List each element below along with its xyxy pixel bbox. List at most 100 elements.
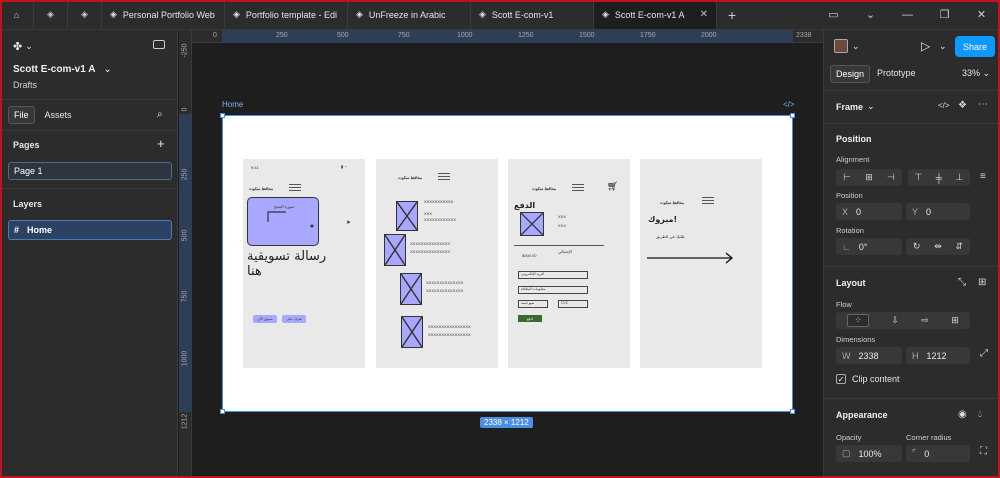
more-icon[interactable]: ⋯ bbox=[978, 99, 988, 110]
restore-button[interactable]: ❐ bbox=[926, 0, 963, 30]
zoom-level[interactable]: 33% ⌄ bbox=[962, 68, 990, 79]
book-icon[interactable]: ▭ bbox=[815, 0, 852, 30]
rotation-field[interactable]: ∟ 0° bbox=[836, 238, 902, 255]
align-left-icon[interactable]: ⊢ bbox=[843, 172, 851, 183]
checkbox-icon[interactable]: ✓ bbox=[836, 374, 846, 384]
code-icon[interactable]: </> bbox=[783, 100, 795, 109]
opacity-field[interactable]: ▢ 100% bbox=[836, 445, 902, 462]
y-field[interactable]: Y0 bbox=[906, 203, 970, 220]
close-icon[interactable]: ✕ bbox=[700, 9, 708, 20]
vertical-flow-icon[interactable]: ⇩ bbox=[891, 315, 899, 326]
frame-dropdown[interactable]: Frame ⌄ bbox=[836, 101, 875, 112]
eye-icon[interactable]: ◉ bbox=[958, 409, 967, 420]
product-image bbox=[401, 316, 423, 348]
rotate-icon[interactable]: ↻ bbox=[913, 241, 921, 252]
grid-flow-icon[interactable]: ⊞ bbox=[951, 315, 959, 326]
frame-name-label[interactable]: Home bbox=[222, 100, 243, 109]
drop-icon[interactable]: 💧︎ bbox=[978, 409, 982, 420]
tab-file[interactable]: File bbox=[8, 106, 35, 124]
resize-handle[interactable] bbox=[790, 409, 795, 414]
toggle-sidebar-icon[interactable] bbox=[153, 40, 165, 49]
page-item-page-1[interactable]: Page 1 bbox=[8, 162, 172, 180]
ruler-left: -250 0 250 500 750 1000 1212 bbox=[179, 30, 192, 478]
tab-scott-ecom-v1[interactable]: ◈ Scott E-com-v1 bbox=[471, 0, 594, 29]
minimize-button[interactable]: — bbox=[889, 0, 926, 30]
tab-prototype[interactable]: Prototype bbox=[877, 68, 916, 78]
search-icon[interactable]: ⌕ bbox=[157, 109, 163, 120]
product-name: XXXXXXXXXXXXXX bbox=[426, 280, 464, 285]
total-value: $000.00 bbox=[522, 253, 537, 258]
screen-success[interactable]: محافظ سكوت مبروك! طلبك في الطريق bbox=[640, 159, 762, 368]
width-field[interactable]: W 2338 bbox=[836, 347, 902, 364]
tab-unfreeze-arabic[interactable]: ◈ UnFreeze in Arabic bbox=[348, 0, 471, 29]
cart-icon[interactable]: 🛒︎ bbox=[607, 181, 618, 192]
flip-horizontal-icon[interactable]: ⇹ bbox=[934, 241, 942, 252]
main-menu-button[interactable]: ✤ ⌄ bbox=[13, 40, 33, 53]
resize-handle[interactable] bbox=[220, 409, 225, 414]
file-icon: ◈ bbox=[233, 9, 240, 19]
horizontal-flow-icon[interactable]: ⇨ bbox=[921, 315, 929, 326]
brand-name: محافظ سكوت bbox=[660, 200, 685, 205]
shop-now-button[interactable]: تسوق الآن bbox=[253, 315, 277, 323]
auto-layout-icon[interactable]: ⤡ bbox=[958, 277, 966, 288]
play-icon[interactable]: ▷ bbox=[921, 39, 930, 53]
resize-to-fit-icon[interactable]: ⤢ bbox=[980, 348, 988, 359]
freeform-icon[interactable]: ⁘ bbox=[847, 314, 869, 327]
grid-layout-icon[interactable]: ⊞ bbox=[978, 277, 986, 288]
align-bottom-icon[interactable]: ⊥ bbox=[955, 172, 963, 183]
file-assets-tabs: File Assets bbox=[8, 106, 72, 124]
screen-products[interactable]: محافظ سكوت XXXXXXXXXXX XXX XXXXXXXXXXXX … bbox=[376, 159, 498, 368]
file-name[interactable]: Scott E-com-v1 A ⌄ bbox=[13, 64, 112, 75]
height-field[interactable]: H 1212 bbox=[906, 347, 970, 364]
corner-radius-field[interactable]: ⌜ 0 bbox=[906, 445, 970, 462]
align-right-icon[interactable]: ⊣ bbox=[887, 172, 895, 183]
canvas[interactable]: 0 250 500 750 1000 1250 1500 1750 2000 2… bbox=[179, 30, 823, 478]
resize-handle[interactable] bbox=[220, 113, 225, 118]
vertical-align-group: ⊤ ╪ ⊥ bbox=[908, 169, 970, 186]
tab-assets[interactable]: Assets bbox=[45, 110, 72, 120]
pages-title: Pages bbox=[13, 140, 40, 150]
share-button[interactable]: Share bbox=[955, 36, 995, 57]
email-field[interactable]: البريد الإلكتروني bbox=[518, 271, 588, 279]
resize-handle[interactable] bbox=[790, 113, 795, 118]
learn-more-button[interactable]: تعرف على bbox=[282, 315, 306, 323]
home-frame[interactable]: 9:41 ▮ ◔ محافظ سكوت صورة المنتج ➤ رسالة … bbox=[220, 113, 795, 414]
tab-scott-ecom-v1-a[interactable]: ◈ Scott E-com-v1 A ✕ bbox=[594, 0, 717, 29]
chevron-down-icon[interactable]: ⌄ bbox=[852, 41, 860, 52]
tab-portfolio-template[interactable]: ◈ Portfolio template - Edi bbox=[225, 0, 348, 29]
chevron-down-icon[interactable]: ⌄ bbox=[939, 41, 947, 52]
x-field[interactable]: X0 bbox=[836, 203, 902, 220]
appearance-title: Appearance bbox=[836, 410, 888, 420]
avatar[interactable] bbox=[834, 39, 848, 53]
total-label: الإجمالي bbox=[558, 249, 572, 254]
ruler-tick: 250 bbox=[276, 32, 288, 39]
chevron-down-icon[interactable]: ⌄ bbox=[852, 0, 889, 30]
flip-vertical-icon[interactable]: ⇵ bbox=[956, 241, 964, 252]
screen-home[interactable]: 9:41 ▮ ◔ محافظ سكوت صورة المنتج ➤ رسالة … bbox=[243, 159, 365, 368]
product-text: XXXXXXXXXXXXXXXX bbox=[428, 332, 471, 337]
align-top-icon[interactable]: ⊤ bbox=[915, 172, 923, 183]
code-icon[interactable]: </> bbox=[938, 101, 950, 110]
draft-icon[interactable]: ◈ bbox=[34, 0, 68, 29]
draft-icon-2[interactable]: ◈ bbox=[68, 0, 102, 29]
ruler-tick: 250 bbox=[181, 168, 189, 181]
divider bbox=[514, 245, 604, 246]
add-page-button[interactable]: + bbox=[157, 136, 165, 151]
close-window-button[interactable]: ✕ bbox=[963, 0, 1000, 30]
pay-button[interactable]: ادفع bbox=[518, 315, 542, 322]
distribute-icon[interactable]: ≡ bbox=[980, 171, 986, 182]
layer-item-home[interactable]: # Home bbox=[8, 220, 172, 240]
screen-checkout[interactable]: محافظ سكوت 🛒︎ الدفع XXX XXX الإجمالي $00… bbox=[508, 159, 630, 368]
home-icon[interactable]: ⌂ bbox=[0, 0, 34, 29]
cvc-field[interactable]: CVC bbox=[558, 300, 588, 308]
clip-content-toggle[interactable]: ✓ Clip content bbox=[836, 374, 900, 384]
align-center-v-icon[interactable]: ╪ bbox=[936, 173, 942, 183]
expiry-field[interactable]: شهر/سنة bbox=[518, 300, 548, 308]
component-icon[interactable]: ❖ bbox=[958, 100, 967, 111]
tab-personal-portfolio[interactable]: ◈ Personal Portfolio Web bbox=[102, 0, 225, 29]
new-tab-button[interactable]: + bbox=[717, 0, 747, 29]
independent-corners-icon[interactable]: ⛶ bbox=[980, 446, 987, 457]
tab-design[interactable]: Design bbox=[830, 65, 871, 83]
card-field[interactable]: معلومات البطاقة bbox=[518, 286, 588, 294]
align-center-h-icon[interactable]: ⊞ bbox=[865, 172, 873, 183]
